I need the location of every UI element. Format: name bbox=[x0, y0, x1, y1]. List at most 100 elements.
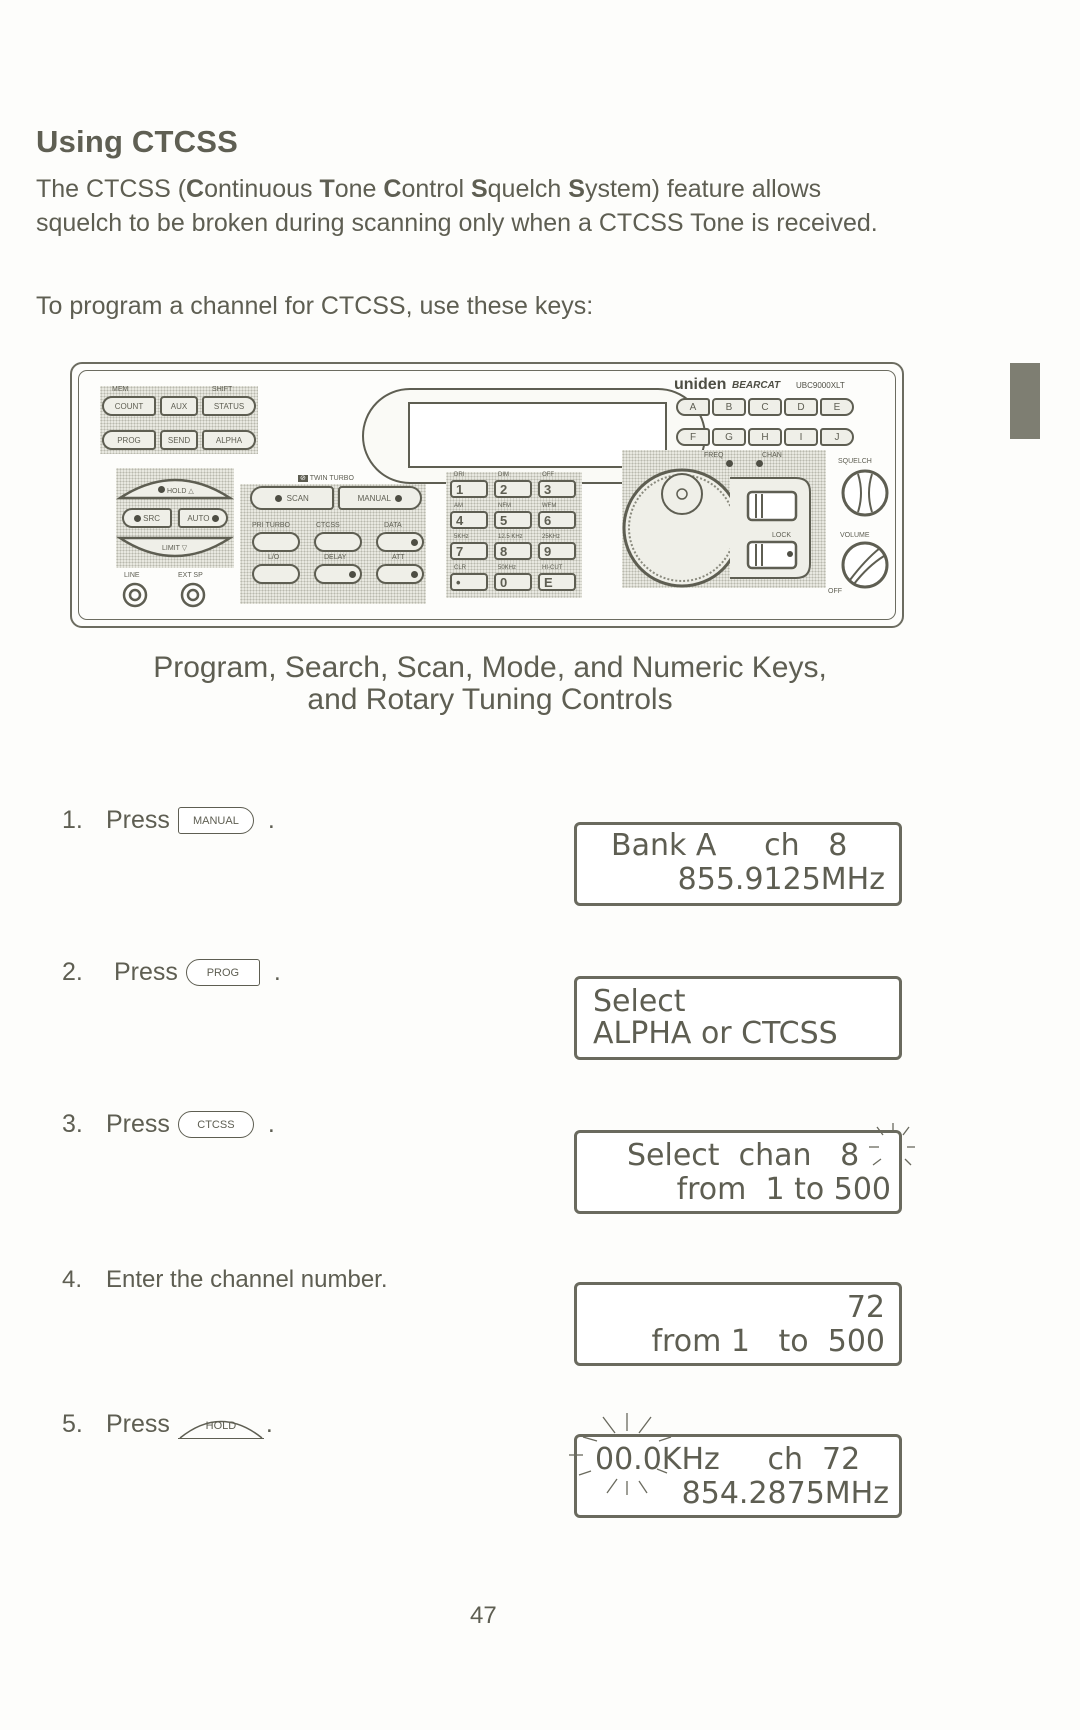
display-line-2: ALPHA or CTCSS bbox=[593, 1016, 838, 1051]
intro-text: ontinuous bbox=[204, 175, 320, 203]
numpad-key-0[interactable]: 0 bbox=[494, 573, 532, 591]
step-verb: Press bbox=[106, 1410, 170, 1438]
step-number: 3. bbox=[62, 1110, 83, 1138]
display-line-1: Bank A ch 8 bbox=[611, 828, 848, 863]
numpad-key-8[interactable]: 8 bbox=[494, 542, 532, 560]
display-line-1-text: Select chan 8 bbox=[627, 1138, 860, 1173]
bank-key-a[interactable]: A bbox=[676, 398, 710, 416]
figure-caption: Program, Search, Scan, Mode, and Numeric… bbox=[100, 652, 880, 716]
ctcss-key[interactable] bbox=[314, 532, 362, 552]
bank-key-g[interactable]: G bbox=[712, 428, 746, 446]
bank-key-i[interactable]: I bbox=[784, 428, 818, 446]
step-number: 5. bbox=[62, 1410, 83, 1438]
step-4: 4. Enter the channel number. bbox=[62, 1266, 388, 1294]
numpad-label: NFM bbox=[498, 503, 511, 509]
squelch-knob[interactable] bbox=[840, 468, 890, 518]
hold-key[interactable]: HOLD △ bbox=[158, 486, 194, 495]
numeric-keypad: DRI 1 DIM 2 OFF 3 AM 4 NFM 5 WFM 6 5KHz 7 12.5 KHz 8 25K… bbox=[446, 472, 582, 598]
pri-turbo-key[interactable] bbox=[252, 532, 300, 552]
step-3: 3. Press CTCSS . bbox=[62, 1110, 275, 1139]
step-text: Enter the channel number. bbox=[106, 1266, 388, 1293]
lock-label: LOCK bbox=[772, 532, 792, 539]
count-key[interactable]: COUNT bbox=[102, 396, 156, 416]
caption-line-1: Program, Search, Scan, Mode, and Numeric… bbox=[153, 651, 827, 684]
twin-turbo-label: ⊘ TWIN TURBO bbox=[298, 475, 354, 482]
lockout-key[interactable] bbox=[252, 564, 300, 584]
keys-instruction: To program a channel for CTCSS, use thes… bbox=[36, 292, 594, 320]
manual-key[interactable]: MANUAL bbox=[338, 486, 422, 510]
src-key[interactable]: SRC bbox=[122, 508, 172, 528]
numpad-label: DRI bbox=[454, 472, 465, 478]
numpad-label: CLR bbox=[454, 565, 467, 571]
data-key[interactable] bbox=[376, 532, 424, 552]
bank-key-c[interactable]: C bbox=[748, 398, 782, 416]
numpad-key-dot[interactable]: • bbox=[450, 573, 488, 591]
numpad-key-3[interactable]: 3 bbox=[538, 480, 576, 498]
delay-led-icon bbox=[349, 570, 356, 578]
display-step-2: Select ALPHA or CTCSS bbox=[574, 976, 902, 1060]
step-verb: Press bbox=[114, 958, 178, 986]
display-step-4: 72 from 1 to 500 bbox=[574, 1282, 902, 1366]
bank-key-b[interactable]: B bbox=[712, 398, 746, 416]
intro-text: quelch bbox=[487, 175, 569, 203]
step-number: 4. bbox=[62, 1266, 83, 1293]
display-step-1: Bank A ch 8 855.9125MHz bbox=[574, 822, 902, 906]
step-verb: Press bbox=[106, 806, 170, 834]
display-step-3: Select chan 8 from 1 to 500 bbox=[574, 1123, 915, 1214]
ext-sp-jack-icon bbox=[180, 582, 206, 608]
rotary-tuning-dial[interactable] bbox=[620, 464, 830, 588]
bank-key-d[interactable]: D bbox=[784, 398, 818, 416]
bank-key-f[interactable]: F bbox=[676, 428, 710, 446]
model-label: UBC9000XLT bbox=[796, 381, 845, 390]
step-verb: Press bbox=[106, 1110, 170, 1138]
numpad-label: OFF bbox=[542, 472, 554, 478]
display-line-2: 855.9125MHz bbox=[677, 862, 885, 897]
auto-key[interactable]: AUTO bbox=[178, 508, 228, 528]
intro-text: The CTCSS ( bbox=[36, 175, 187, 203]
blink-indicator-icon bbox=[569, 1413, 672, 1495]
numpad-key-2[interactable]: 2 bbox=[494, 480, 532, 498]
numpad-key-1[interactable]: 1 bbox=[450, 480, 488, 498]
limit-key[interactable]: LIMIT ▽ bbox=[162, 544, 187, 552]
numpad-key-6[interactable]: 6 bbox=[538, 511, 576, 529]
step-number: 2. bbox=[62, 958, 83, 986]
bank-key-h[interactable]: H bbox=[748, 428, 782, 446]
step-number: 1. bbox=[62, 806, 83, 834]
volume-knob[interactable] bbox=[840, 540, 890, 590]
delay-key[interactable] bbox=[314, 564, 362, 584]
numpad-key-4[interactable]: 4 bbox=[450, 511, 488, 529]
brand-logo: uniden bbox=[674, 376, 727, 393]
caption-line-2: and Rotary Tuning Controls bbox=[307, 683, 673, 716]
numpad-label: 12.5 KHz bbox=[498, 534, 523, 540]
manual-led-icon bbox=[395, 494, 403, 502]
display-line-1: Select bbox=[593, 984, 686, 1019]
ctcss-key-icon: CTCSS bbox=[177, 1111, 254, 1138]
scan-led-icon bbox=[275, 494, 283, 502]
mem-label: MEM bbox=[112, 386, 129, 393]
step-1: 1. Press MANUAL . bbox=[62, 806, 275, 835]
section-thumb-tab bbox=[1010, 363, 1040, 439]
numpad-label: DIM bbox=[498, 472, 509, 478]
line-jack-label: LINE bbox=[124, 572, 140, 579]
numpad-key-9[interactable]: 9 bbox=[538, 542, 576, 560]
intro-text: one bbox=[334, 175, 384, 203]
section-title: Using CTCSS bbox=[36, 124, 238, 159]
scan-key[interactable]: SCAN bbox=[250, 486, 334, 510]
memory-key-block: MEM SHIFT COUNT AUX STATUS PROG SEND ALP… bbox=[100, 386, 258, 454]
bank-key-j[interactable]: J bbox=[820, 428, 854, 446]
bank-key-e[interactable]: E bbox=[820, 398, 854, 416]
numpad-key-7[interactable]: 7 bbox=[450, 542, 488, 560]
send-key[interactable]: SEND bbox=[160, 430, 198, 450]
display-step-5: 00.0KHz ch 72 854.2875MHz bbox=[569, 1413, 902, 1518]
numpad-key-e[interactable]: E bbox=[538, 573, 576, 591]
status-key[interactable]: STATUS bbox=[202, 396, 256, 416]
delay-label: DELAY bbox=[324, 554, 347, 561]
prog-key-icon: PROG bbox=[185, 959, 260, 986]
aux-key[interactable]: AUX bbox=[160, 396, 198, 416]
numpad-label: 5KHz bbox=[454, 534, 469, 540]
step-5: 5. Press HOLD . bbox=[62, 1410, 273, 1439]
alpha-key[interactable]: ALPHA bbox=[202, 430, 256, 450]
numpad-key-5[interactable]: 5 bbox=[494, 511, 532, 529]
att-key[interactable] bbox=[376, 564, 424, 584]
prog-key[interactable]: PROG bbox=[102, 430, 156, 450]
